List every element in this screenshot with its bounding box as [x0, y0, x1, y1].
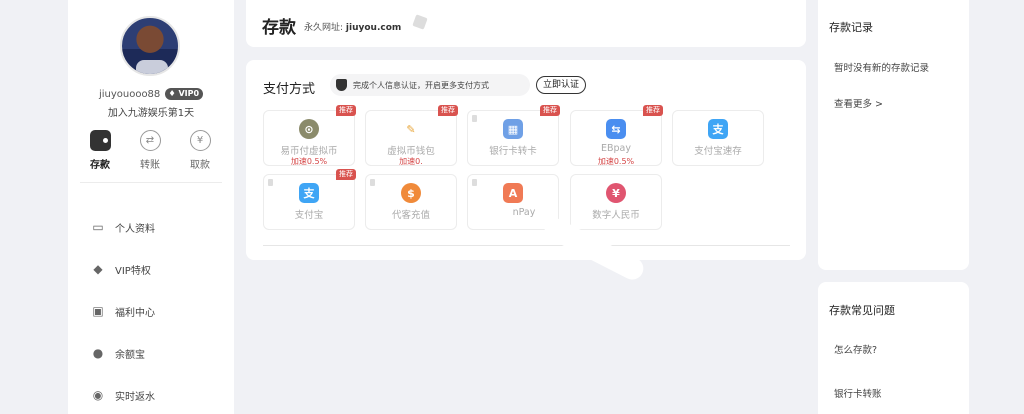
sidebar-item-label: VIP特权	[115, 265, 151, 277]
money-bag-icon: ●	[92, 346, 104, 360]
rebate-icon: ◉	[92, 388, 104, 402]
permanent-url: 永久网址: jiuyou.com	[304, 20, 401, 33]
method-name: EBpay	[601, 143, 631, 154]
digital-rmb-icon: ¥	[606, 183, 626, 203]
apay-icon: A	[503, 183, 523, 203]
sidebar-item-profile[interactable]: ▭ 个人资料	[90, 206, 155, 248]
sidebar-item-label: 福利中心	[115, 307, 155, 319]
payment-method-agent-topup[interactable]: $ 代客充值	[365, 174, 457, 230]
payment-title: 支付方式	[263, 82, 316, 97]
payment-method-alipay-fast[interactable]: 支 支付宝速存	[672, 110, 764, 166]
url-value: jiuyou.com	[345, 23, 402, 33]
wallet-icon	[89, 130, 111, 151]
verify-tip-text: 完成个人信息认证，开启更多支付方式	[353, 80, 489, 90]
payment-method-apay[interactable]: A nPay	[467, 174, 559, 230]
recommend-badge: 推荐	[438, 105, 458, 116]
agent-topup-icon: $	[401, 183, 421, 203]
alipay-icon: 支	[299, 183, 319, 203]
method-name: 代客充值	[391, 210, 430, 221]
page-header: 存款 永久网址: jiuyou.com	[246, 0, 806, 47]
withdraw-tab[interactable]: ¥ 取款	[182, 130, 218, 171]
username: jiuyouooo88	[98, 89, 161, 100]
recommend-badge: 推荐	[540, 105, 560, 116]
divider	[263, 245, 790, 246]
deposit-records-panel: 存款记录 暂时没有新的存款记录 查看更多 >	[818, 0, 969, 270]
faq-item[interactable]: 银行卡转账	[834, 386, 882, 400]
records-title: 存款记录	[829, 21, 873, 34]
transfer-label: 转账	[140, 160, 160, 171]
sidebar-item-vip[interactable]: ◆ VIP特权	[90, 248, 155, 290]
deposit-label: 存款	[90, 160, 110, 171]
crypto-wallet-icon: ✎	[406, 122, 416, 136]
method-speed: 加速0.5%	[597, 157, 635, 166]
url-label: 永久网址:	[304, 23, 344, 33]
paper-icon	[412, 14, 428, 30]
method-name: 支付宝	[294, 210, 324, 221]
faq-title: 存款常见问题	[829, 304, 895, 317]
tag-icon	[370, 179, 375, 186]
sidebar-item-label: 余额宝	[115, 349, 145, 361]
method-name: nPay	[512, 207, 536, 218]
sidebar-item-balance[interactable]: ● 余额宝	[90, 332, 155, 374]
transfer-icon: ⇄	[139, 130, 161, 151]
recommend-badge: 推荐	[643, 105, 663, 116]
left-sidebar: jiuyouooo88 ♦ VIP0 加入九游娱乐第1天 存款 ⇄ 转账 ¥ 取…	[68, 0, 234, 414]
tag-icon	[472, 115, 477, 122]
vip-badge: ♦ VIP0	[165, 88, 204, 100]
joined-days: 加入九游娱乐第1天	[107, 108, 195, 119]
payment-card: 支付方式 完成个人信息认证，开启更多支付方式 立即认证 推荐 ⊙ 易币付虚拟币 …	[246, 60, 806, 260]
gift-icon: ▣	[92, 304, 104, 318]
method-speed: 加速0.5%	[290, 157, 328, 166]
user-info: jiuyouooo88 ♦ VIP0	[68, 88, 234, 100]
diamond-icon: ◆	[93, 262, 103, 276]
payment-method-ebi[interactable]: 推荐 ⊙ 易币付虚拟币 加速0.5%	[263, 105, 356, 166]
bank-card-icon: ▦	[503, 119, 523, 139]
fund-actions: 存款 ⇄ 转账 ¥ 取款	[82, 130, 218, 171]
alipay-fast-icon: 支	[708, 119, 728, 139]
payment-method-ebpay[interactable]: 推荐 ⇆ EBpay 加速0.5%	[570, 105, 663, 166]
faq-item[interactable]: 怎么存款?	[834, 342, 877, 356]
diamond-icon: ♦	[168, 89, 176, 98]
verify-button[interactable]: 立即认证	[536, 76, 586, 94]
method-name: 数字人民币	[592, 210, 640, 221]
divider	[80, 182, 222, 183]
shield-icon	[336, 79, 347, 91]
sidebar-menu: ▭ 个人资料 ◆ VIP特权 ▣ 福利中心 ● 余额宝 ◉ 实时返水	[90, 206, 155, 414]
sidebar-item-label: 个人资料	[115, 223, 155, 235]
page-title: 存款	[262, 18, 296, 38]
method-name: 银行卡转卡	[489, 146, 537, 157]
payment-method-bank-card[interactable]: 推荐 ▦ 银行卡转卡	[467, 105, 560, 166]
sidebar-item-label: 实时返水	[115, 391, 155, 403]
avatar[interactable]	[120, 16, 180, 76]
deposit-faq-panel: 存款常见问题 怎么存款? 银行卡转账	[818, 282, 969, 414]
deposit-tab[interactable]: 存款	[82, 130, 118, 171]
tag-icon	[268, 179, 273, 186]
transfer-tab[interactable]: ⇄ 转账	[132, 130, 168, 171]
ebi-coin-icon: ⊙	[299, 119, 319, 139]
method-speed: 加速0.	[399, 157, 423, 166]
tag-icon	[472, 179, 477, 186]
vip-level: VIP0	[178, 89, 200, 98]
recommend-badge: 推荐	[336, 169, 356, 180]
payment-method-crypto-wallet[interactable]: 推荐 ✎ 虚拟币钱包 加速0.	[365, 105, 458, 166]
method-name: 支付宝速存	[694, 146, 742, 157]
payment-method-alipay[interactable]: 推荐 支 支付宝	[263, 169, 356, 230]
records-empty: 暂时没有新的存款记录	[834, 63, 930, 74]
view-more-link[interactable]: 查看更多 >	[834, 96, 883, 110]
ebpay-icon: ⇆	[606, 119, 626, 139]
recommend-badge: 推荐	[336, 105, 356, 116]
payment-method-digital-rmb[interactable]: ¥ 数字人民币	[570, 174, 662, 230]
verify-tip: 完成个人信息认证，开启更多支付方式	[330, 74, 530, 96]
sidebar-item-welfare[interactable]: ▣ 福利中心	[90, 290, 155, 332]
method-name: 虚拟币钱包	[387, 146, 435, 157]
withdraw-label: 取款	[190, 160, 210, 171]
id-card-icon: ▭	[92, 220, 104, 234]
sidebar-item-rebate[interactable]: ◉ 实时返水	[90, 374, 155, 414]
method-name: 易币付虚拟币	[280, 146, 338, 157]
yen-icon: ¥	[189, 130, 211, 151]
